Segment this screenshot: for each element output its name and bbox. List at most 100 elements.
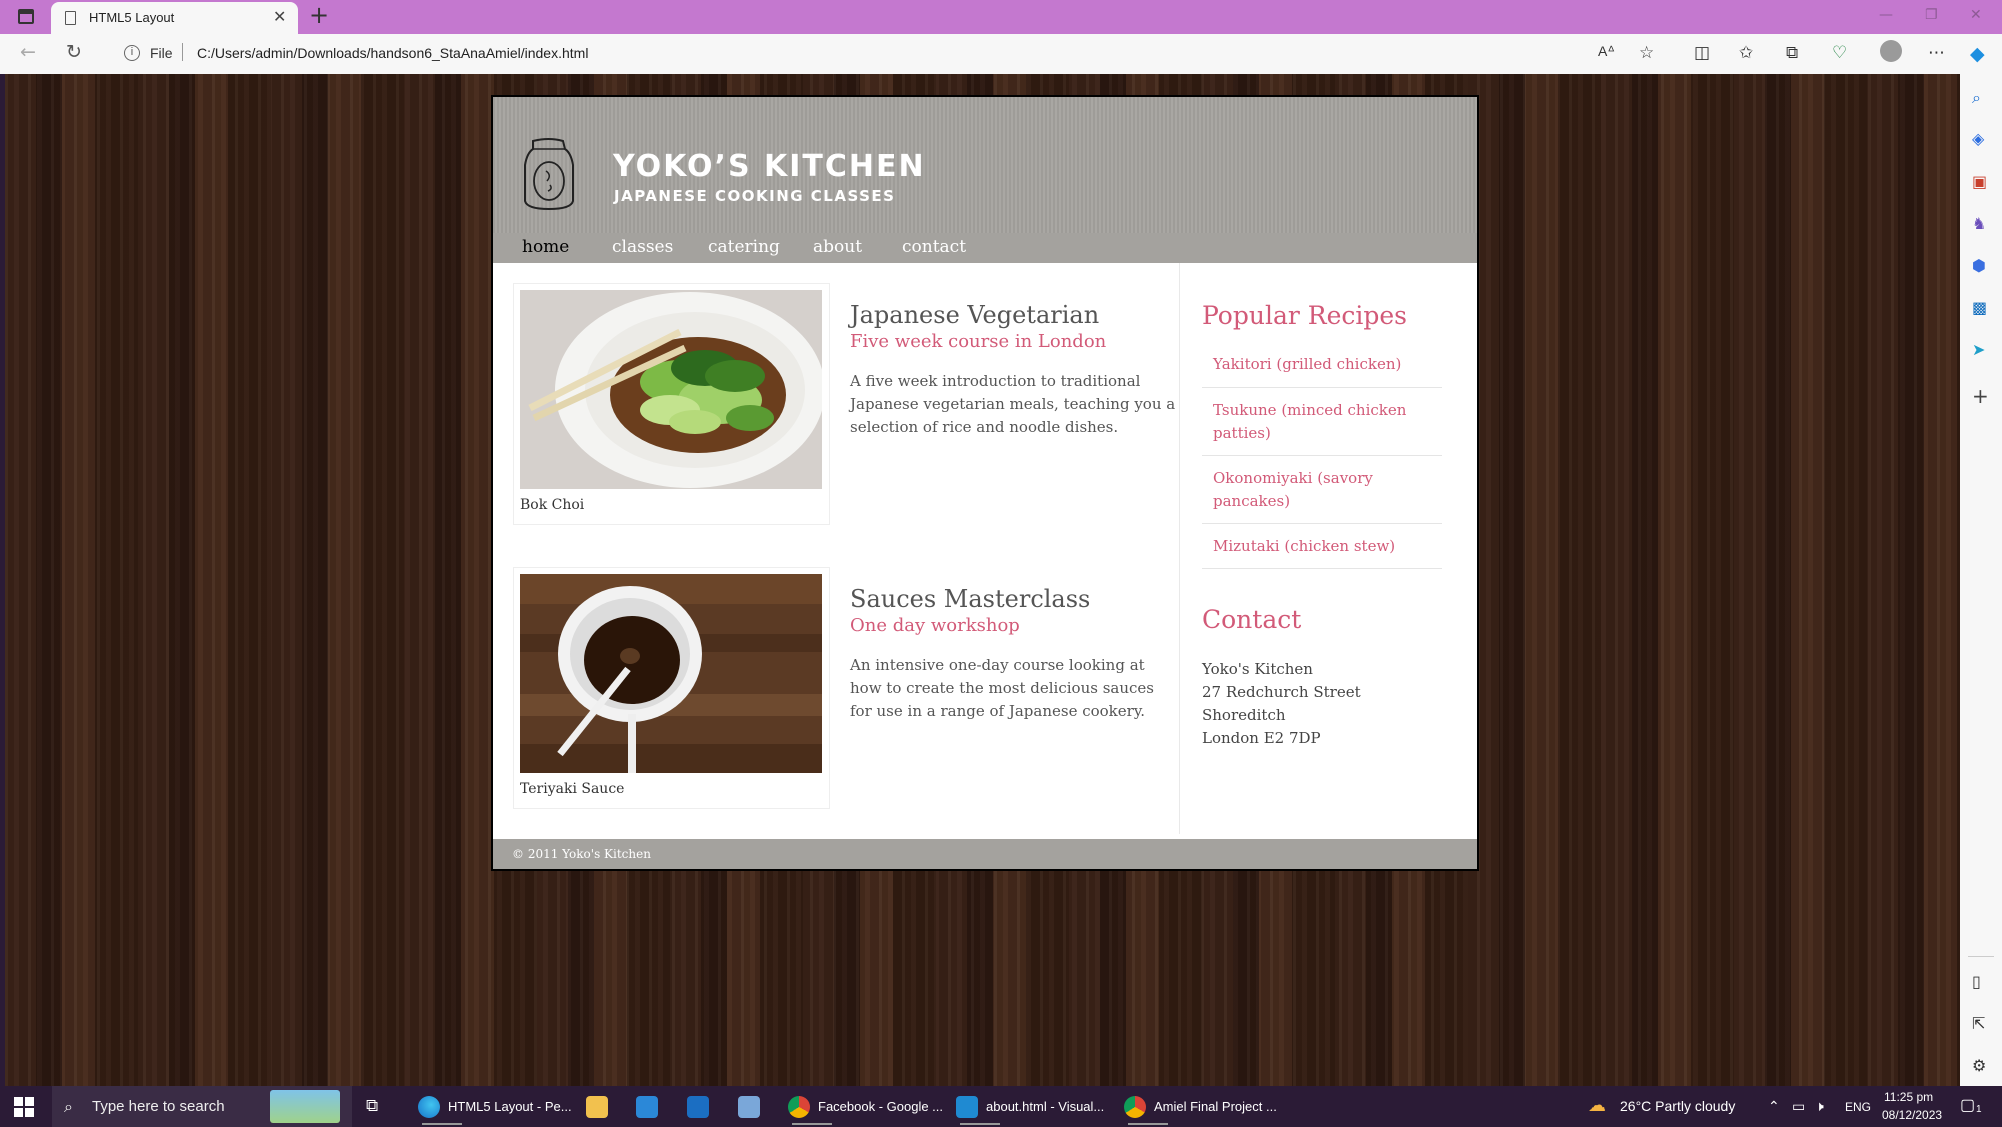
outlook-icon[interactable]: ▩	[1972, 298, 1987, 317]
network-icon[interactable]: ▭	[1792, 1098, 1805, 1115]
new-tab-icon[interactable]: +	[309, 1, 329, 29]
article-title: Sauces Masterclass	[850, 585, 1091, 613]
read-aloud-icon[interactable]: Aᐞ	[1598, 43, 1615, 60]
recipe-label[interactable]: Tsukune (minced chicken patties)	[1213, 399, 1438, 445]
address-bar[interactable]: i File C:/Users/admin/Downloads/handson6…	[110, 38, 1710, 68]
address-line: Yoko's Kitchen	[1202, 660, 1313, 678]
copyright-text: © 2011 Yoko's Kitchen	[512, 847, 651, 861]
nav-classes[interactable]: classes	[612, 237, 673, 257]
recipe-link[interactable]: Yakitori (grilled chicken)	[1202, 343, 1442, 388]
recipe-link[interactable]: Tsukune (minced chicken patties)	[1202, 388, 1442, 456]
taskbar-app-chrome-facebook[interactable]: Facebook - Google ...	[782, 1086, 943, 1127]
weather-text[interactable]: 26°C Partly cloudy	[1620, 1098, 1735, 1114]
main-content: Bok Choi Japanese Vegetarian Five week c…	[493, 263, 1477, 839]
close-tab-icon[interactable]: ✕	[273, 7, 286, 26]
shopping-icon[interactable]: ◈	[1972, 129, 1984, 148]
recipe-label[interactable]: Okonomiyaki (savory pancakes)	[1213, 467, 1438, 513]
taskbar-app-label: about.html - Visual...	[986, 1099, 1105, 1114]
profile-avatar[interactable]	[1880, 40, 1902, 62]
chrome-icon	[1124, 1096, 1146, 1118]
nav-catering[interactable]: catering	[708, 237, 780, 257]
weather-icon[interactable]: ☁	[1588, 1095, 1606, 1116]
hide-sidebar-icon[interactable]: ▯	[1972, 972, 1981, 991]
site-tagline: JAPANESE COOKING CLASSES	[614, 187, 896, 205]
taskbar-app-explorer[interactable]	[580, 1086, 616, 1127]
article-subtitle: One day workshop	[850, 615, 1020, 636]
drop-icon[interactable]: ➤	[1972, 340, 1985, 359]
nav-home[interactable]: home	[522, 237, 569, 257]
article-figure: Bok Choi	[513, 283, 830, 525]
taskbar-app-label: HTML5 Layout - Pe...	[448, 1099, 572, 1114]
file-explorer-icon	[586, 1096, 608, 1118]
recipe-label[interactable]: Yakitori (grilled chicken)	[1213, 353, 1438, 376]
close-window-icon[interactable]: ✕	[1970, 7, 1982, 23]
search-highlight-image	[270, 1090, 340, 1123]
clock-time[interactable]: 11:25 pm	[1884, 1090, 1933, 1104]
browser-essentials-icon[interactable]: ♡	[1832, 43, 1847, 63]
recipe-link[interactable]: Mizutaki (chicken stew)	[1202, 524, 1442, 569]
open-external-icon[interactable]: ⇱	[1972, 1014, 1985, 1033]
edge-sidebar: ⌕ ◈ ▣ ♞ ⬢ ▩ ➤ + ▯ ⇱ ⚙	[1960, 74, 2002, 1086]
taskbar-app-mail[interactable]	[681, 1086, 717, 1127]
add-sidebar-app-icon[interactable]: +	[1972, 384, 1989, 408]
address-line: 27 Redchurch Street	[1202, 683, 1361, 701]
taskbar-app-vscode[interactable]: about.html - Visual...	[950, 1086, 1110, 1127]
active-indicator	[1128, 1123, 1168, 1125]
store-icon	[636, 1096, 658, 1118]
taskbar-app-edge[interactable]: HTML5 Layout - Pe...	[412, 1086, 572, 1127]
active-indicator	[792, 1123, 832, 1125]
bok-choi-photo	[520, 290, 822, 489]
split-screen-icon[interactable]: ◫	[1694, 43, 1710, 63]
article-subtitle: Five week course in London	[850, 331, 1107, 352]
address-scheme-label: File	[150, 45, 173, 61]
windows-start-icon[interactable]	[14, 1097, 34, 1117]
address-url[interactable]: C:/Users/admin/Downloads/handson6_StaAna…	[197, 45, 588, 61]
recipe-label[interactable]: Mizutaki (chicken stew)	[1213, 535, 1438, 558]
nav-contact[interactable]: contact	[902, 237, 966, 257]
favorite-star-icon[interactable]: ☆	[1639, 43, 1654, 63]
task-view-icon[interactable]: ⧉	[366, 1096, 378, 1116]
tools-icon[interactable]: ▣	[1972, 172, 1987, 191]
taskbar-app-store[interactable]	[630, 1086, 666, 1127]
active-indicator	[960, 1123, 1000, 1125]
show-hidden-icons-icon[interactable]: ⌃	[1768, 1098, 1780, 1115]
back-icon[interactable]: ←	[20, 41, 36, 63]
collections-icon[interactable]: ⧉	[1786, 43, 1798, 63]
nav-about[interactable]: about	[813, 237, 862, 257]
tab-title: HTML5 Layout	[89, 10, 175, 25]
taskbar-app-chrome-project[interactable]: Amiel Final Project ...	[1118, 1086, 1278, 1127]
volume-icon[interactable]: 🕨	[1815, 1098, 1824, 1115]
figure-caption: Bok Choi	[520, 497, 585, 513]
address-line: London E2 7DP	[1202, 729, 1321, 747]
vscode-icon	[956, 1096, 978, 1118]
taskbar: ⌕ Type here to search ⧉ HTML5 Layout - P…	[0, 1086, 2002, 1127]
language-indicator[interactable]: ENG	[1845, 1100, 1871, 1114]
minimize-icon[interactable]: —	[1879, 7, 1893, 23]
figure-caption: Teriyaki Sauce	[520, 781, 625, 797]
search-icon: ⌕	[64, 1097, 73, 1116]
taskbar-app-misc[interactable]	[732, 1086, 768, 1127]
info-icon[interactable]: i	[124, 45, 140, 61]
search-icon[interactable]: ⌕	[1972, 88, 1981, 108]
microsoft-365-icon[interactable]: ⬢	[1972, 256, 1986, 275]
settings-gear-icon[interactable]: ⚙	[1972, 1056, 1986, 1075]
refresh-icon[interactable]: ↻	[66, 41, 82, 63]
address-line: Shoreditch	[1202, 706, 1286, 724]
copilot-icon[interactable]: ◆	[1970, 43, 1985, 65]
mail-icon	[687, 1096, 709, 1118]
edge-icon	[418, 1096, 440, 1118]
restore-icon[interactable]: ❐	[1925, 7, 1938, 23]
article-title: Japanese Vegetarian	[850, 301, 1100, 329]
recipe-link[interactable]: Okonomiyaki (savory pancakes)	[1202, 456, 1442, 524]
taskbar-search[interactable]: ⌕ Type here to search	[52, 1086, 352, 1127]
games-icon[interactable]: ♞	[1972, 214, 1986, 233]
favorites-icon[interactable]: ✩	[1739, 43, 1753, 63]
column-divider	[1179, 263, 1180, 834]
search-placeholder: Type here to search	[92, 1098, 225, 1115]
notification-icon[interactable]: ▢	[1960, 1095, 1975, 1115]
tab-actions-icon[interactable]	[18, 9, 34, 24]
more-menu-icon[interactable]: ⋯	[1928, 43, 1945, 63]
browser-tab[interactable]: HTML5 Layout ✕	[51, 2, 298, 34]
taskbar-app-label: Amiel Final Project ...	[1154, 1099, 1277, 1114]
clock-date[interactable]: 08/12/2023	[1882, 1108, 1942, 1122]
